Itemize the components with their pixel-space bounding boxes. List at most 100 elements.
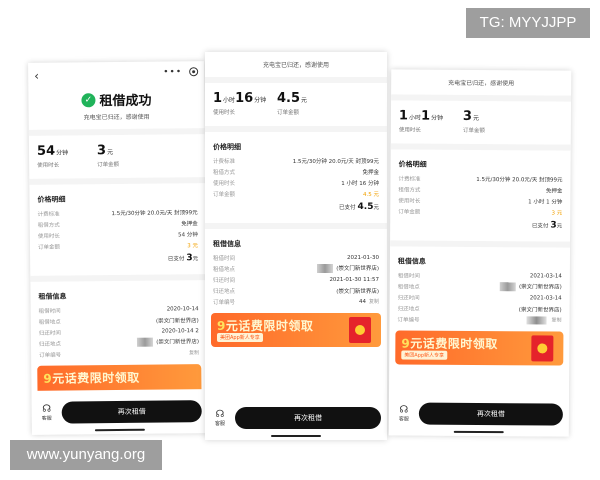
promo-title: 元话费限时领取 [225, 319, 314, 333]
rent-again-button[interactable]: 再次租借 [61, 400, 202, 424]
duration-label: 使用时长 [398, 127, 421, 134]
divider [28, 128, 205, 136]
row-label: 租借时间 [397, 272, 420, 280]
close-target-icon[interactable] [189, 67, 199, 77]
customer-service-button[interactable]: ☊ 客服 [38, 403, 56, 421]
price-row: 使用时长 1 小时 16 分钟 [205, 177, 387, 188]
red-envelope-icon [531, 335, 554, 362]
row-label: 租借地点 [38, 319, 61, 326]
row-label: 订单金额 [213, 191, 236, 198]
row-value: (崇文门新世界店) [336, 288, 379, 295]
promo-title: 元话费限时领取 [52, 370, 140, 386]
row-value: 2021-01-30 [347, 254, 379, 261]
row-label: 订单编号 [397, 316, 420, 324]
promo-title: 元话费限时领取 [410, 336, 498, 352]
service-label: 客服 [398, 415, 409, 423]
redacted-blur [137, 337, 154, 347]
copy-link[interactable]: 复制 [189, 349, 199, 356]
copy-link[interactable]: 复制 [369, 299, 379, 305]
hours-unit: 小时 [408, 114, 422, 122]
summary-stats: 54分钟 使用时长 3元 订单金额 [29, 138, 205, 171]
row-value: 3 元 [187, 242, 199, 249]
row-value: (崇文门新世界店) [518, 306, 562, 314]
row-value: 2021-03-14 [529, 294, 562, 302]
home-indicator [94, 428, 145, 432]
rent-again-button[interactable]: 再次租借 [235, 407, 381, 429]
row-label: 计费标准 [37, 211, 60, 218]
amount-label: 订单金额 [462, 127, 485, 135]
status-title: 租借成功 [99, 93, 152, 110]
row-label: 租借时间 [38, 308, 61, 315]
duration-minutes: 1 [420, 108, 431, 124]
divider [391, 94, 572, 102]
row-label: 订单编号 [39, 352, 62, 359]
price-row: 计费标准 1.5元/30分钟 20.0元/天 封顶99元 [205, 155, 387, 166]
divider [29, 177, 206, 185]
service-label: 客服 [214, 420, 225, 427]
row-label: 租借时间 [213, 255, 236, 262]
row-label: 归还时间 [213, 277, 236, 284]
row-value: 2020-10-14 [166, 305, 199, 312]
promo-banner[interactable]: 9元话费限时领取 美团App新人专享 [211, 313, 381, 347]
redacted-blur [526, 315, 547, 324]
paid-label: 已支付 [339, 205, 356, 211]
duration-value: 54 [36, 143, 56, 159]
status-subtitle: 充电宝已归还，感谢使用 [262, 62, 329, 69]
hours-unit: 小时 [223, 97, 236, 104]
more-dots-icon[interactable]: ••• [163, 67, 182, 77]
status-subtitle: 充电宝已归还，感谢使用 [448, 79, 515, 88]
row-value: (崇文门新世界店) [156, 339, 200, 346]
paid-total: 已支付 3元 [390, 216, 570, 233]
row-value: 1 小时 1 分钟 [528, 198, 563, 206]
duration-hours: 1 [213, 91, 223, 106]
copy-link[interactable]: 复制 [551, 318, 561, 324]
row-value: 1 小时 16 分钟 [341, 180, 379, 187]
screenshot-collage: ‹ ••• ✓ 租借成功 充电宝已归还，感谢使用 54分钟 使用时长 3元 订单… [0, 0, 600, 480]
stat-amount: 4.5元 订单金额 [277, 91, 337, 116]
row-value: (崇文门新世界店) [336, 266, 379, 272]
redacted-blur [499, 282, 516, 292]
url-watermark: www.yunyang.org [10, 440, 162, 470]
amount-unit: 元 [472, 114, 480, 122]
row-value: (崇文门新世界店) [518, 284, 562, 291]
row-value: 1.5元/30分钟 20.0元/天 封顶99元 [292, 158, 379, 165]
order-screen-3: 充电宝已归还，感谢使用 1小时1分钟 使用时长 3元 订单金额 价格明细 计费标… [388, 69, 572, 437]
row-value: 免押金 [181, 220, 198, 227]
promo-banner[interactable]: 9元话费限时领取 美团App新人专享 [395, 330, 564, 366]
home-indicator [453, 430, 504, 434]
row-label: 使用时长 [37, 233, 60, 240]
order-number: 44 [358, 299, 366, 305]
paid-label: 已支付 [167, 256, 185, 263]
summary-stats: 1小时1分钟 使用时长 3元 订单金额 [391, 104, 571, 136]
headset-icon: ☊ [42, 403, 52, 415]
order-screen-1: ‹ ••• ✓ 租借成功 充电宝已归还，感谢使用 54分钟 使用时长 3元 订单… [28, 61, 208, 435]
minutes-unit: 分钟 [431, 114, 444, 122]
red-envelope-icon [349, 317, 371, 343]
paid-total: 已支付 4.5元 [205, 199, 387, 215]
row-label: 订单编号 [213, 299, 236, 306]
row-label: 归还地点 [213, 288, 236, 295]
back-arrow-icon[interactable]: ‹ [34, 69, 39, 83]
status-header: ✓ 租借成功 [28, 89, 204, 110]
customer-service-button[interactable]: ☊ 客服 [395, 404, 413, 423]
rent-row: 租借时间 2021-01-30 [205, 252, 387, 263]
duration-label: 使用时长 [213, 110, 236, 116]
promo-subtitle: 美团App新人专享 [401, 350, 448, 360]
stat-amount: 3元 订单金额 [97, 143, 157, 168]
paid-unit: 元 [192, 256, 199, 263]
amount-unit: 元 [107, 149, 114, 157]
row-label: 归还地点 [397, 305, 420, 313]
rent-again-button[interactable]: 再次租借 [418, 402, 563, 426]
stat-duration: 1小时16分钟 使用时长 [213, 91, 277, 116]
minutes-unit: 分钟 [254, 97, 267, 104]
promo-nine: 9 [401, 336, 411, 351]
paid-amount: 4.5 [357, 202, 374, 212]
rent-row: 订单编号 44 复制 [205, 296, 387, 307]
paid-unit: 元 [556, 223, 563, 230]
rent-row: 订单编号 复制 [31, 347, 207, 360]
amount-value: 4.5 [277, 91, 301, 106]
amount-unit: 元 [301, 97, 308, 104]
row-label: 租借方式 [398, 186, 421, 194]
customer-service-button[interactable]: ☊ 客服 [211, 409, 229, 427]
row-label: 使用时长 [398, 197, 421, 205]
